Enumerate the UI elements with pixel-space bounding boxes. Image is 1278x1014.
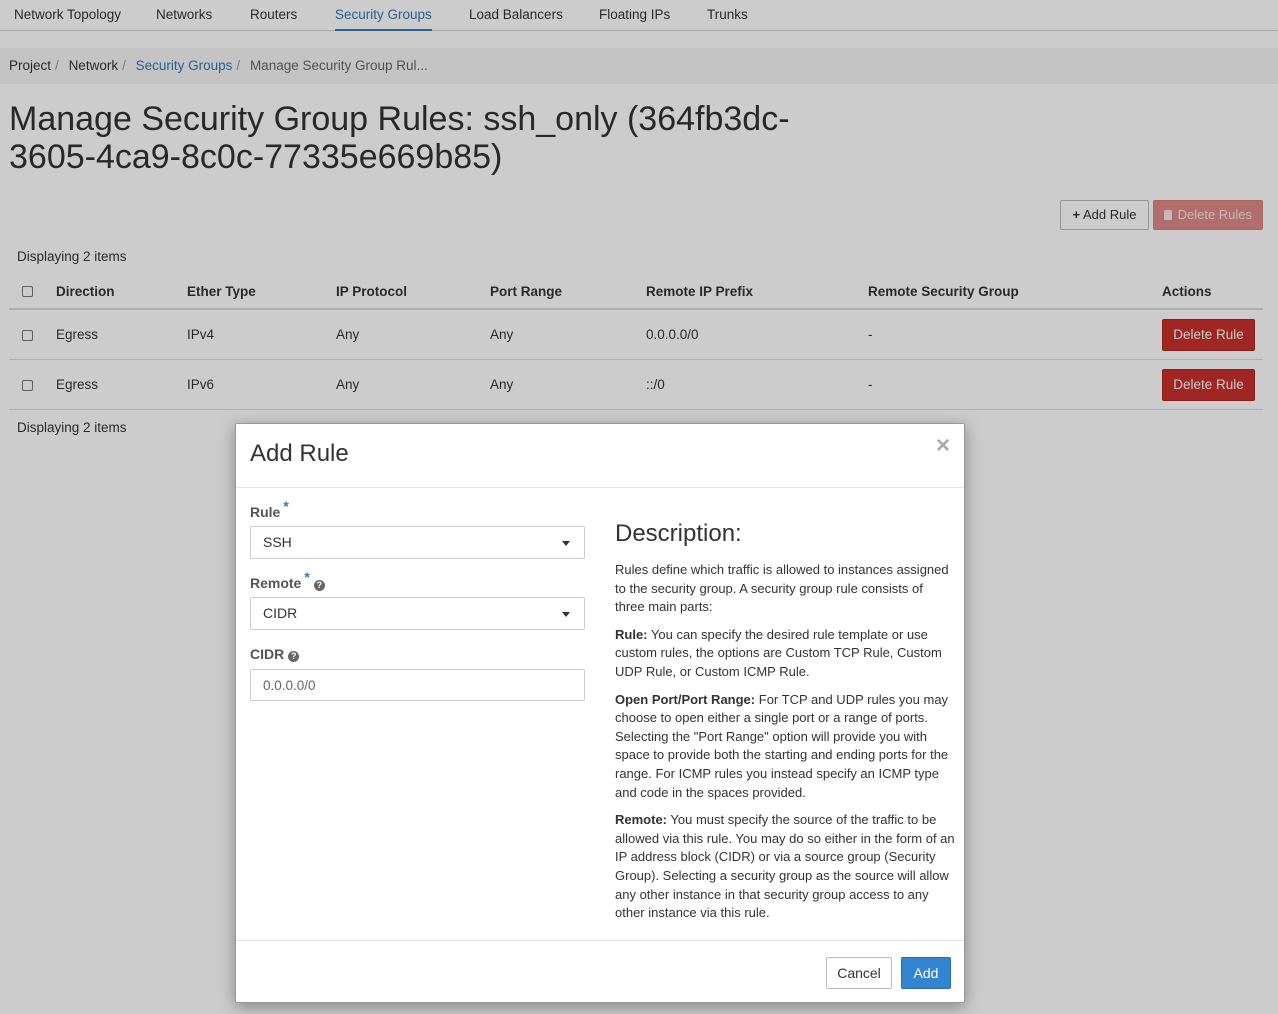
description-port-text: For TCP and UDP rules you may choose to …: [615, 691, 949, 800]
description-rule: Rule: You can specify the desired rule t…: [615, 626, 955, 682]
description-heading: Description:: [615, 520, 742, 547]
rule-label-text: Rule: [250, 504, 281, 520]
description-intro: Rules define which traffic is allowed to…: [615, 562, 949, 615]
description-remote: Remote: You must specify the source of t…: [615, 811, 955, 923]
rule-select[interactable]: SSH: [250, 526, 585, 559]
description-port: Open Port/Port Range: For TCP and UDP ru…: [615, 691, 955, 803]
modal-footer: Cancel Add: [236, 940, 964, 1003]
cidr-label: CIDR?: [250, 646, 300, 662]
add-button[interactable]: Add: [901, 957, 951, 989]
remote-label: Remote *?: [250, 569, 325, 591]
description-rule-term: Rule:: [615, 626, 648, 642]
cidr-input[interactable]: [250, 669, 585, 701]
caret-down-icon: [562, 541, 570, 546]
description-port-term: Open Port/Port Range:: [615, 691, 756, 707]
add-rule-modal: Add Rule × Rule * SSH Remote *? CIDR CIDR?…: [235, 423, 965, 1003]
close-icon[interactable]: ×: [936, 434, 950, 458]
rule-label: Rule *: [250, 498, 289, 520]
question-circle-icon[interactable]: ?: [313, 580, 325, 591]
remote-select[interactable]: CIDR: [250, 597, 585, 630]
question-circle-icon[interactable]: ?: [288, 651, 300, 662]
description-remote-text: You must specify the source of the traff…: [615, 812, 955, 921]
cidr-label-text: CIDR: [250, 646, 285, 662]
required-asterisk: *: [304, 569, 310, 585]
description-panel: Description: Rules define which traffic …: [615, 520, 955, 932]
required-asterisk: *: [283, 498, 289, 514]
modal-header: Add Rule ×: [236, 424, 964, 488]
description-rule-text: You can specify the desired rule templat…: [615, 626, 942, 679]
remote-label-text: Remote: [250, 575, 302, 591]
caret-down-icon: [562, 612, 570, 617]
rule-select-value: SSH: [263, 534, 292, 550]
modal-title: Add Rule: [250, 440, 349, 467]
cancel-button[interactable]: Cancel: [826, 957, 892, 989]
description-remote-term: Remote:: [615, 812, 668, 828]
remote-select-value: CIDR: [263, 605, 298, 621]
